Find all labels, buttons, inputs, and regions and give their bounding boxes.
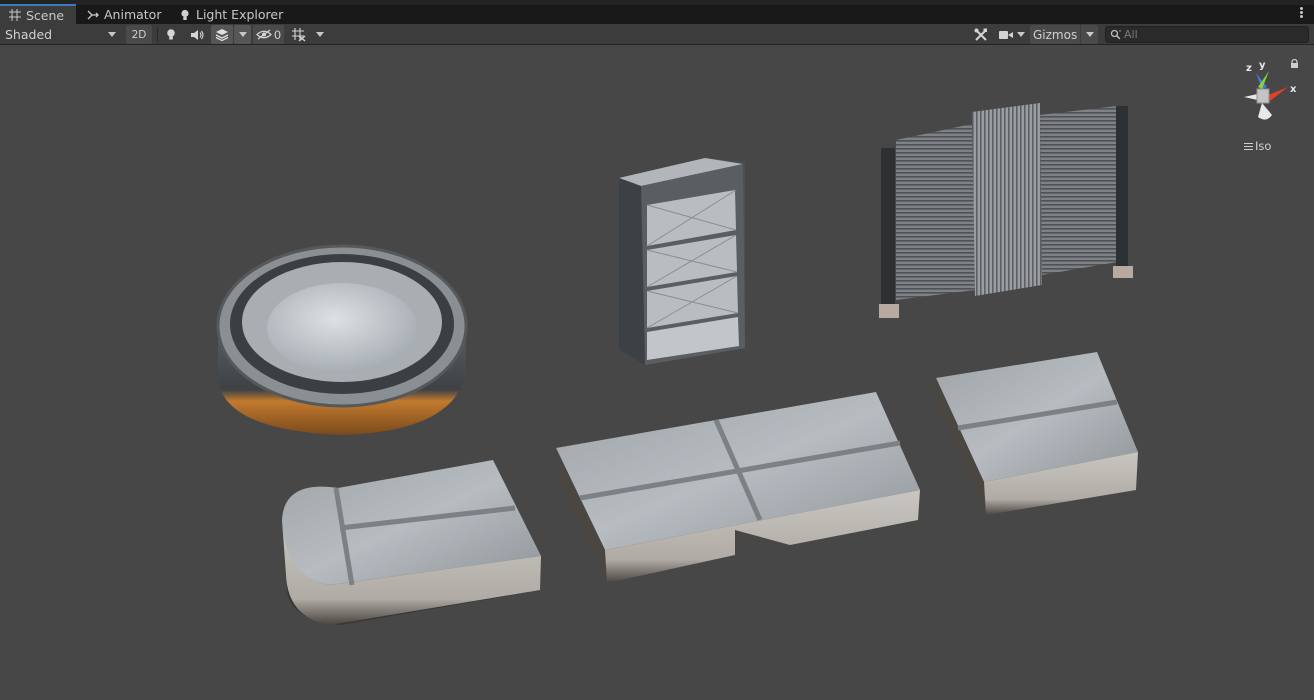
tab-animator[interactable]: Animator [78, 5, 169, 24]
projection-toggle[interactable]: Iso [1244, 139, 1271, 153]
hierarchy-search[interactable] [1105, 26, 1309, 43]
lighting-toggle-button[interactable] [161, 25, 181, 44]
effects-dropdown[interactable] [234, 25, 251, 44]
menu-lines-icon [1244, 141, 1253, 152]
x-axis-cone[interactable] [1268, 87, 1288, 101]
search-input[interactable] [1124, 27, 1304, 42]
grid-toggle-icon [291, 28, 305, 42]
lightbulb-icon [178, 8, 192, 22]
search-icon [1110, 29, 1121, 40]
tab-bar: Scene Animator Light Explorer [0, 0, 1314, 24]
grid-icon [8, 8, 22, 22]
scene-viewport[interactable]: z y x Iso [0, 45, 1314, 700]
tools-icon [974, 28, 987, 41]
projection-label: Iso [1255, 139, 1272, 153]
shading-mode-label: Shaded [5, 27, 53, 42]
tools-button[interactable] [970, 25, 992, 44]
chevron-down-icon [1017, 32, 1025, 37]
speaker-icon [191, 29, 204, 40]
chevron-down-icon [108, 32, 116, 37]
axis-z-label: z [1246, 63, 1252, 74]
toggle-2d-label: 2D [131, 28, 147, 41]
double-block-model[interactable] [556, 392, 920, 583]
gizmos-label: Gizmos [1033, 27, 1078, 42]
layers-icon [215, 29, 229, 41]
lightbulb-icon [167, 29, 175, 40]
gizmos-button[interactable]: Gizmos [1030, 25, 1080, 44]
shelf-model[interactable] [619, 158, 745, 365]
camera-icon [999, 30, 1013, 39]
shading-mode-dropdown[interactable]: Shaded [2, 25, 120, 44]
square-block-model[interactable] [936, 352, 1138, 515]
audio-toggle-button[interactable] [186, 25, 208, 44]
grid-toggle-button[interactable] [288, 25, 308, 44]
scene-canvas[interactable] [0, 45, 1314, 700]
fence-model[interactable] [879, 103, 1133, 318]
tab-light-explorer-label: Light Explorer [196, 7, 284, 22]
grid-options-dropdown[interactable] [311, 25, 328, 44]
tab-animator-label: Animator [104, 7, 162, 22]
gizmos-dropdown[interactable] [1081, 25, 1098, 44]
scene-visibility-button[interactable]: 0 [253, 25, 284, 44]
hidden-eye-icon [255, 29, 272, 40]
ring-platform-model[interactable] [216, 244, 468, 435]
axis-y-label: y [1259, 60, 1266, 71]
tab-light-explorer[interactable]: Light Explorer [170, 5, 291, 24]
toolbar-divider [157, 27, 158, 42]
animator-icon [86, 8, 100, 22]
chevron-down-icon [315, 32, 324, 37]
tab-scene[interactable]: Scene [0, 4, 76, 24]
chevron-down-icon [238, 32, 247, 37]
rounded-block-model[interactable] [282, 460, 541, 625]
hidden-count: 0 [273, 27, 282, 42]
camera-settings-button[interactable] [996, 25, 1028, 44]
tab-scene-label: Scene [26, 7, 65, 23]
chevron-down-icon [1085, 32, 1094, 37]
axis-x-label: x [1290, 84, 1297, 95]
more-options-icon[interactable] [1298, 6, 1304, 20]
toggle-2d-button[interactable]: 2D [126, 25, 152, 44]
neg-y-cone[interactable] [1258, 103, 1272, 120]
lock-icon[interactable] [1290, 58, 1299, 72]
effects-toggle-button[interactable] [211, 25, 233, 44]
scene-toolbar: Shaded 2D 0 Gizmos [0, 24, 1314, 45]
